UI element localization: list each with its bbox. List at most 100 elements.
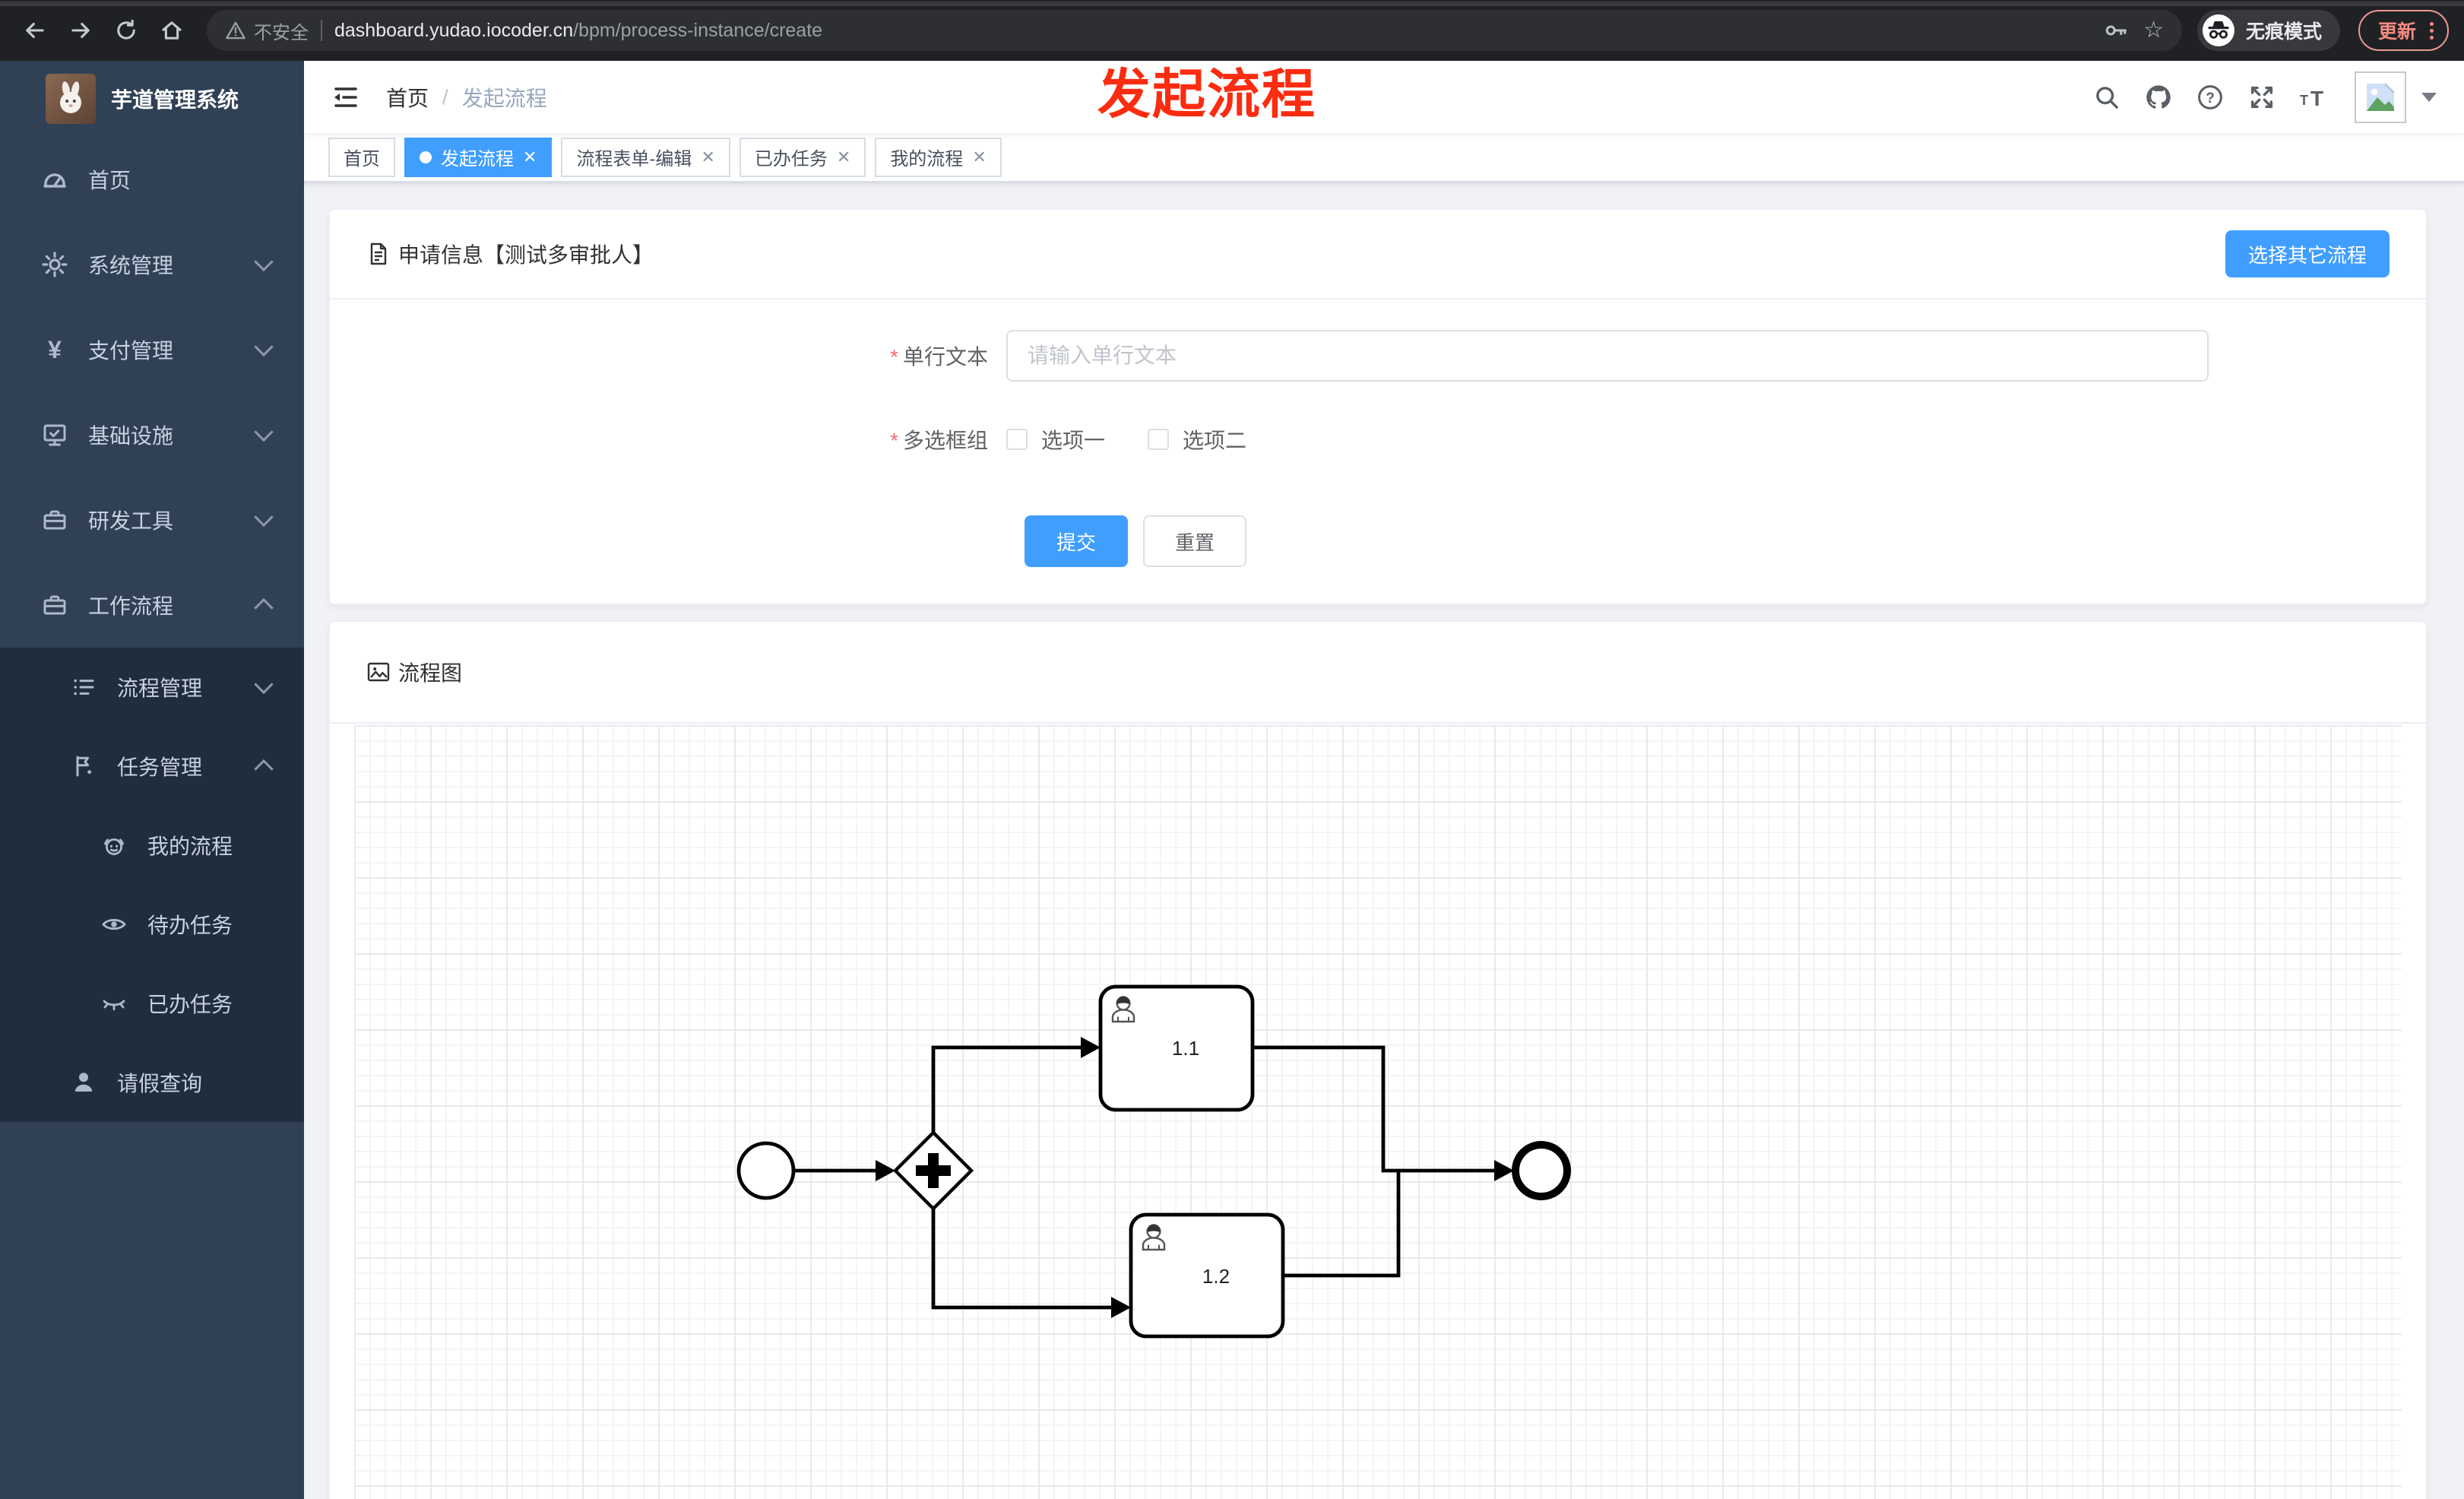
active-dot-icon	[420, 151, 432, 163]
workflow-submenu: 流程管理 任务管理 我的流程 待办任务 已办任务 请假查询	[0, 648, 304, 1122]
checkbox-icon[interactable]	[1006, 429, 1028, 451]
gear-icon	[41, 251, 68, 278]
sidebar-item-infrastructure[interactable]: 基础设施	[0, 392, 304, 477]
monitor-icon	[41, 421, 68, 448]
reset-button[interactable]: 重置	[1143, 515, 1247, 568]
checkbox-group-label: * 多选框组	[890, 429, 988, 453]
not-secure-warning-icon	[226, 21, 245, 40]
browser-menu-icon[interactable]	[2430, 21, 2434, 40]
broken-image-icon	[2367, 82, 2395, 111]
sidebar-item-label: 工作流程	[88, 594, 174, 618]
tags-view-bar: 首页 发起流程 ✕ 流程表单-编辑 ✕ 已办任务 ✕ 我的流程 ✕	[304, 133, 2464, 183]
yen-icon: ¥	[48, 336, 62, 363]
github-link-button[interactable]	[2136, 74, 2181, 120]
choose-other-process-button[interactable]: 选择其它流程	[2225, 230, 2390, 278]
bpmn-canvas[interactable]: 1.1 1.2	[354, 725, 2402, 1499]
bpmn-start-event[interactable]	[736, 1141, 796, 1200]
close-icon[interactable]: ✕	[972, 147, 986, 167]
sidebar-item-task-mgmt[interactable]: 任务管理	[0, 727, 304, 806]
sidebar-item-label: 支付管理	[88, 339, 174, 363]
incognito-label: 无痕模式	[2245, 21, 2322, 43]
tab-label: 我的流程	[890, 149, 964, 170]
tab-home[interactable]: 首页	[328, 137, 395, 177]
tab-done-tasks[interactable]: 已办任务 ✕	[739, 137, 866, 177]
sidebar-item-label: 我的流程	[147, 835, 233, 858]
logo-rabbit-image	[46, 74, 96, 124]
url-text: dashboard.yudao.iocoder.cn/bpm/process-i…	[334, 20, 2089, 42]
chevron-down-icon	[254, 507, 274, 528]
sidebar-item-process-mgmt[interactable]: 流程管理	[0, 648, 304, 727]
chevron-down-icon	[254, 422, 274, 442]
browser-back-button[interactable]	[15, 11, 55, 50]
home-icon	[162, 21, 182, 40]
checkbox-group-row: * 多选框组 选项一 选项二	[330, 424, 2426, 455]
task-label: 1.1	[1172, 1037, 1199, 1060]
bpmn-user-task-1-1[interactable]: 1.1	[1098, 984, 1255, 1112]
browser-update-button[interactable]: 更新	[2358, 10, 2449, 51]
user-avatar[interactable]	[2355, 71, 2406, 123]
sidebar-item-label: 系统管理	[88, 254, 174, 277]
document-icon	[366, 242, 391, 266]
close-icon[interactable]: ✕	[701, 147, 714, 167]
app-logo[interactable]: 芋道管理系统	[0, 61, 304, 137]
browser-reload-button[interactable]	[106, 11, 146, 50]
single-line-text-input[interactable]	[1006, 330, 2209, 382]
sidebar-collapse-button[interactable]	[328, 81, 362, 114]
help-button[interactable]: ?	[2187, 74, 2233, 120]
required-asterisk: *	[890, 429, 898, 453]
svg-text:T: T	[2300, 93, 2308, 108]
close-icon[interactable]: ✕	[837, 147, 850, 167]
sidebar-item-home[interactable]: 首页	[0, 137, 304, 222]
sidebar-item-workflow[interactable]: 工作流程	[0, 563, 304, 648]
key-icon	[2105, 25, 2127, 36]
question-circle-icon: ?	[2198, 84, 2222, 109]
fullscreen-button[interactable]	[2239, 74, 2285, 120]
sidebar-item-my-process[interactable]: 我的流程	[0, 806, 304, 885]
browser-forward-button[interactable]	[61, 11, 100, 50]
checkbox-group: 选项一 选项二	[1006, 424, 1289, 455]
font-size-button[interactable]: TT	[2291, 74, 2336, 120]
required-asterisk: *	[890, 345, 898, 369]
bpmn-parallel-gateway[interactable]	[892, 1130, 974, 1212]
content-area: 首页 / 发起流程 ? TT 首页 发起流程 ✕ 流程表单-编辑 ✕ 已办任务 …	[304, 61, 2464, 1499]
sidebar-item-done-tasks[interactable]: 已办任务	[0, 964, 304, 1043]
reload-icon	[117, 19, 135, 40]
address-bar[interactable]: 不安全 dashboard.yudao.iocoder.cn/bpm/proce…	[207, 10, 2182, 51]
avatar-dropdown-caret[interactable]	[2421, 92, 2437, 102]
header-search-button[interactable]	[2084, 74, 2130, 120]
sidebar-item-system[interactable]: 系统管理	[0, 222, 304, 307]
font-size-icon: TT	[2300, 87, 2323, 110]
checkbox-option-2[interactable]: 选项二	[1148, 424, 1246, 455]
checkbox-label: 选项一	[1041, 429, 1106, 453]
browser-home-button[interactable]	[152, 11, 192, 50]
tab-initiate-process[interactable]: 发起流程 ✕	[404, 137, 553, 177]
submit-button[interactable]: 提交	[1025, 515, 1129, 568]
form-actions-row: 提交 重置	[330, 515, 2426, 604]
main-layout: 芋道管理系统 首页 系统管理 ¥ 支付管理 基础设施 研发工具 工作流程 流程管…	[0, 61, 2464, 1499]
close-icon[interactable]: ✕	[523, 147, 537, 167]
bpmn-user-task-1-2[interactable]: 1.2	[1129, 1212, 1285, 1339]
bpmn-end-event[interactable]	[1512, 1141, 1571, 1201]
sidebar-item-dev-tools[interactable]: 研发工具	[0, 477, 304, 563]
task-label: 1.2	[1202, 1265, 1230, 1288]
password-key-button[interactable]	[2104, 18, 2128, 43]
checkbox-option-1[interactable]: 选项一	[1006, 424, 1105, 455]
dashboard-gauge-icon	[41, 166, 68, 193]
bpmn-diagram: 1.1 1.2	[736, 984, 1571, 1339]
apply-info-card: 申请信息【测试多审批人】 选择其它流程 *单行文本 *多选框组 选项一 选	[328, 208, 2428, 606]
hamburger-outdent-icon	[334, 87, 357, 107]
breadcrumb-home[interactable]: 首页	[386, 82, 429, 113]
apply-info-card-header: 申请信息【测试多审批人】 选择其它流程	[330, 210, 2426, 300]
sidebar-item-leave-query[interactable]: 请假查询	[0, 1043, 304, 1122]
briefcase-icon	[41, 591, 68, 619]
sidebar-item-payment[interactable]: ¥ 支付管理	[0, 307, 304, 392]
checkbox-icon[interactable]	[1148, 429, 1170, 451]
tab-form-edit[interactable]: 流程表单-编辑 ✕	[561, 137, 730, 177]
bookmark-star-button[interactable]: ☆	[2143, 19, 2164, 42]
top-navbar: 首页 / 发起流程 ? TT	[304, 61, 2464, 134]
flag-node-icon	[70, 753, 97, 780]
url-domain: dashboard.yudao.iocoder.cn	[334, 19, 574, 41]
person-icon	[70, 1069, 97, 1096]
sidebar-item-todo-tasks[interactable]: 待办任务	[0, 885, 304, 964]
tab-my-process[interactable]: 我的流程 ✕	[875, 137, 1002, 177]
